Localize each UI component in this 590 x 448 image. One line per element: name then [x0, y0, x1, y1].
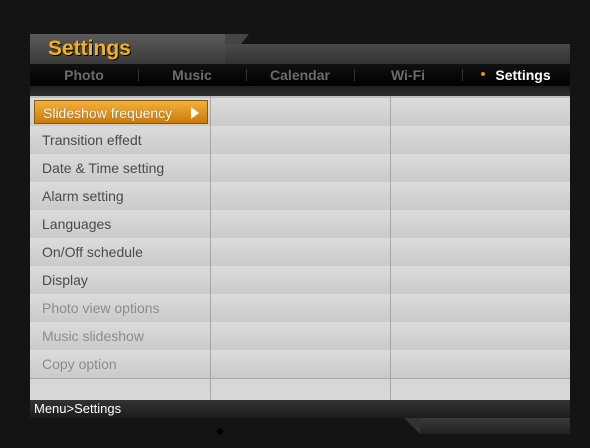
- menu-item[interactable]: Display: [34, 268, 208, 292]
- menu-item[interactable]: Date & Time setting: [34, 156, 208, 180]
- menu-item[interactable]: Photo view options: [34, 296, 208, 320]
- menu-item-label: On/Off schedule: [42, 244, 143, 260]
- tab-label: Settings: [495, 67, 551, 83]
- settings-list: Slideshow frequency Transition effedt Date…: [30, 96, 570, 437]
- cursor-icon: ◆: [216, 426, 224, 437]
- tab-label: Photo: [64, 67, 104, 83]
- table-row: Copy option: [30, 350, 570, 379]
- page-title: Settings: [48, 37, 131, 60]
- menu-item[interactable]: Alarm setting: [34, 184, 208, 208]
- tab-settings[interactable]: Settings: [462, 64, 570, 86]
- bottom-strip: [404, 418, 570, 434]
- table-row: Music slideshow: [30, 322, 570, 351]
- active-dot-icon: [481, 72, 486, 77]
- title-strip: [225, 44, 570, 64]
- menu-item[interactable]: Copy option: [34, 352, 208, 376]
- table-row: Slideshow frequency: [30, 98, 570, 127]
- table-row: Languages: [30, 210, 570, 239]
- arrow-right-icon: [191, 107, 199, 119]
- tab-label: Calendar: [270, 67, 330, 83]
- tab-label: Music: [172, 67, 212, 83]
- table-row: Photo view options: [30, 294, 570, 323]
- menu-item-label: Languages: [42, 216, 112, 232]
- menu-item-label: Copy option: [42, 356, 117, 372]
- table-row: Transition effedt: [30, 126, 570, 155]
- table-row: On/Off schedule: [30, 238, 570, 267]
- tab-photo[interactable]: Photo: [30, 64, 138, 86]
- settings-window: Settings Photo Music Calendar Wi-Fi Sett…: [30, 34, 570, 437]
- menu-item-label: Date & Time setting: [42, 160, 165, 176]
- column-divider: [210, 96, 211, 400]
- sub-bar: [30, 86, 570, 96]
- menu-item-label: Alarm setting: [42, 188, 124, 204]
- tab-bar: Photo Music Calendar Wi-Fi Settings: [30, 64, 570, 86]
- menu-item-label: Transition effedt: [42, 132, 142, 148]
- tab-music[interactable]: Music: [138, 64, 246, 86]
- menu-item-label: Photo view options: [42, 300, 160, 316]
- table-row: Display: [30, 266, 570, 295]
- tab-calendar[interactable]: Calendar: [246, 64, 354, 86]
- menu-item-label: Music slideshow: [42, 328, 144, 344]
- menu-item[interactable]: Transition effedt: [34, 128, 208, 152]
- table-row: Date & Time setting: [30, 154, 570, 183]
- table-row: Alarm setting: [30, 182, 570, 211]
- menu-item-label: Display: [42, 272, 88, 288]
- title-tab: Settings: [30, 34, 249, 64]
- menu-item[interactable]: Music slideshow: [34, 324, 208, 348]
- breadcrumb-text: Menu>Settings: [34, 401, 122, 416]
- tab-label: Wi-Fi: [390, 67, 426, 83]
- menu-item-label: Slideshow frequency: [43, 105, 173, 121]
- column-divider: [390, 96, 391, 400]
- menu-item[interactable]: Slideshow frequency: [34, 100, 208, 124]
- menu-item[interactable]: On/Off schedule: [34, 240, 208, 264]
- tab-wifi[interactable]: Wi-Fi: [354, 64, 462, 86]
- breadcrumb: Menu>Settings: [30, 400, 570, 418]
- menu-item[interactable]: Languages: [34, 212, 208, 236]
